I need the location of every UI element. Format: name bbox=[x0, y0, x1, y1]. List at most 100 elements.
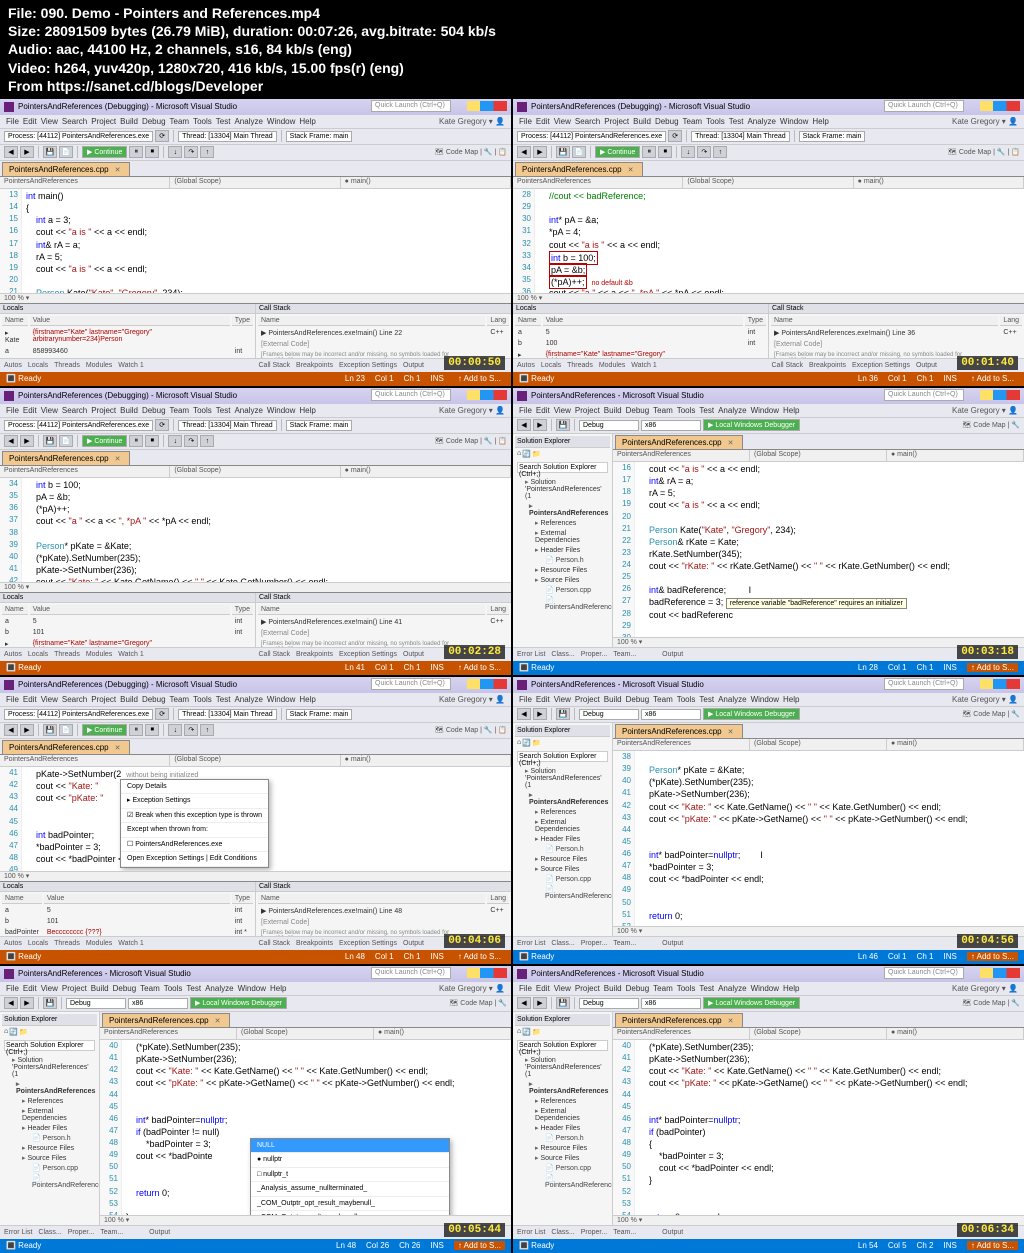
save-icon[interactable]: 💾 bbox=[43, 724, 57, 736]
menu-window[interactable]: Window bbox=[751, 984, 779, 993]
menu-team[interactable]: Team bbox=[170, 117, 190, 126]
menu-file[interactable]: File bbox=[519, 984, 532, 993]
close-icon[interactable]: ✕ bbox=[628, 167, 634, 174]
locals-row[interactable]: a5int bbox=[2, 906, 253, 915]
file-tab[interactable]: PointersAndReferences.cpp✕ bbox=[615, 435, 743, 449]
step-out-icon[interactable]: ↑ bbox=[200, 146, 214, 158]
step-over-icon[interactable]: ↷ bbox=[184, 724, 198, 736]
menu-debug[interactable]: Debug bbox=[626, 984, 650, 993]
fwd-icon[interactable]: ▶ bbox=[20, 146, 34, 158]
debug-button[interactable]: ▶ Local Windows Debugger bbox=[703, 708, 800, 720]
menu-search[interactable]: Search bbox=[62, 406, 87, 415]
menu-window[interactable]: Window bbox=[780, 117, 808, 126]
menu-view[interactable]: View bbox=[554, 695, 571, 704]
menu-edit[interactable]: Edit bbox=[23, 406, 37, 415]
step-into-icon[interactable]: ↓ bbox=[168, 146, 182, 158]
menu-edit[interactable]: Edit bbox=[536, 695, 550, 704]
callstack-row[interactable]: ▶ PointersAndReferences.exe!main() Line … bbox=[258, 617, 509, 627]
menu-analyze[interactable]: Analyze bbox=[718, 406, 746, 415]
config-dd[interactable]: Debug bbox=[579, 709, 639, 720]
menu-help[interactable]: Help bbox=[299, 406, 315, 415]
stop-icon[interactable]: ⏹ bbox=[145, 435, 159, 447]
close-icon[interactable]: ✕ bbox=[728, 440, 734, 447]
stop-icon[interactable]: ⏹ bbox=[145, 146, 159, 158]
menu-search[interactable]: Search bbox=[575, 117, 600, 126]
solution-search[interactable]: Search Solution Explorer (Ctrl+;) bbox=[517, 462, 608, 473]
menu-team[interactable]: Team bbox=[653, 695, 673, 704]
config-dd[interactable]: Debug bbox=[579, 420, 639, 431]
save-icon[interactable]: 💾 bbox=[43, 997, 57, 1009]
step-into-icon[interactable]: ↓ bbox=[681, 146, 695, 158]
quick-launch[interactable]: Quick Launch (Ctrl+Q) bbox=[884, 678, 964, 690]
code-editor[interactable]: 41424344454647484950515253 pKate->SetNum… bbox=[0, 767, 511, 871]
menu-debug[interactable]: Debug bbox=[142, 406, 166, 415]
solution-search[interactable]: Search Solution Explorer (Ctrl+;) bbox=[4, 1040, 95, 1051]
callstack-row[interactable]: ▶ PointersAndReferences.exe!main() Line … bbox=[258, 328, 509, 338]
platform-dd[interactable]: x86 bbox=[641, 420, 701, 431]
project-node[interactable]: PointersAndReferences bbox=[517, 790, 608, 807]
platform-dd[interactable]: x86 bbox=[641, 998, 701, 1009]
project-node[interactable]: PointersAndReferences bbox=[4, 1079, 95, 1096]
locals-row[interactable]: a5int bbox=[515, 328, 766, 337]
menu-window[interactable]: Window bbox=[267, 117, 295, 126]
menu-build[interactable]: Build bbox=[120, 117, 138, 126]
process-dd[interactable]: Process: [44112] PointersAndReferences.e… bbox=[4, 131, 153, 142]
menu-test[interactable]: Test bbox=[729, 117, 744, 126]
close-icon[interactable]: ✕ bbox=[115, 745, 121, 752]
fwd-icon[interactable]: ▶ bbox=[20, 435, 34, 447]
code-editor[interactable]: 404142434445464748495051525354 (*pKate).… bbox=[100, 1040, 511, 1215]
menu-test[interactable]: Test bbox=[186, 984, 201, 993]
menu-debug[interactable]: Debug bbox=[113, 984, 137, 993]
locals-row[interactable]: b101int bbox=[2, 628, 253, 637]
process-dd[interactable]: Process: [44112] PointersAndReferences.e… bbox=[517, 131, 666, 142]
menu-file[interactable]: File bbox=[519, 117, 532, 126]
file-tab[interactable]: PointersAndReferences.cpp✕ bbox=[515, 162, 643, 176]
menu-project[interactable]: Project bbox=[91, 117, 116, 126]
file-tab[interactable]: PointersAndReferences.cpp✕ bbox=[102, 1013, 230, 1027]
menu-edit[interactable]: Edit bbox=[23, 117, 37, 126]
step-out-icon[interactable]: ↑ bbox=[200, 435, 214, 447]
menu-view[interactable]: View bbox=[554, 984, 571, 993]
user-badge[interactable]: Kate Gregory ▾ 👤 bbox=[439, 695, 505, 704]
solution-search[interactable]: Search Solution Explorer (Ctrl+;) bbox=[517, 751, 608, 762]
debug-button[interactable]: ▶ Local Windows Debugger bbox=[703, 419, 800, 431]
quick-launch[interactable]: Quick Launch (Ctrl+Q) bbox=[371, 100, 451, 112]
back-icon[interactable]: ◀ bbox=[517, 419, 531, 431]
thread-dd[interactable]: Thread: [13304] Main Thread bbox=[178, 709, 277, 720]
menu-build[interactable]: Build bbox=[604, 984, 622, 993]
menu-project[interactable]: Project bbox=[575, 695, 600, 704]
save-icon[interactable]: 💾 bbox=[556, 146, 570, 158]
locals-row[interactable]: a5int bbox=[2, 617, 253, 626]
menu-view[interactable]: View bbox=[554, 117, 571, 126]
menu-help[interactable]: Help bbox=[783, 406, 799, 415]
menu-analyze[interactable]: Analyze bbox=[234, 695, 262, 704]
user-badge[interactable]: Kate Gregory ▾ 👤 bbox=[952, 984, 1018, 993]
menu-analyze[interactable]: Analyze bbox=[205, 984, 233, 993]
menu-team[interactable]: Team bbox=[170, 406, 190, 415]
menu-window[interactable]: Window bbox=[751, 406, 779, 415]
menu-edit[interactable]: Edit bbox=[23, 984, 37, 993]
menu-help[interactable]: Help bbox=[299, 117, 315, 126]
menu-file[interactable]: File bbox=[519, 406, 532, 415]
locals-row[interactable]: b100int bbox=[515, 339, 766, 348]
back-icon[interactable]: ◀ bbox=[517, 997, 531, 1009]
menu-edit[interactable]: Edit bbox=[536, 117, 550, 126]
pause-icon[interactable]: ⏸ bbox=[129, 435, 143, 447]
menu-analyze[interactable]: Analyze bbox=[718, 695, 746, 704]
menu-file[interactable]: File bbox=[6, 117, 19, 126]
menu-window[interactable]: Window bbox=[751, 695, 779, 704]
menu-view[interactable]: View bbox=[41, 984, 58, 993]
exception-popup[interactable]: Copy Details▸ Exception Settings☑ Break … bbox=[120, 779, 269, 868]
fwd-icon[interactable]: ▶ bbox=[20, 997, 34, 1009]
fwd-icon[interactable]: ▶ bbox=[533, 997, 547, 1009]
step-into-icon[interactable]: ↓ bbox=[168, 724, 182, 736]
menu-tools[interactable]: Tools bbox=[193, 406, 212, 415]
menu-search[interactable]: Search bbox=[62, 695, 87, 704]
menu-file[interactable]: File bbox=[6, 984, 19, 993]
publish-icon[interactable]: ↑ Add to S... bbox=[454, 663, 505, 672]
menu-tools[interactable]: Tools bbox=[677, 695, 696, 704]
quick-launch[interactable]: Quick Launch (Ctrl+Q) bbox=[884, 389, 964, 401]
continue-button[interactable]: ▶ Continue bbox=[82, 146, 127, 158]
fwd-icon[interactable]: ▶ bbox=[533, 146, 547, 158]
menu-window[interactable]: Window bbox=[267, 695, 295, 704]
